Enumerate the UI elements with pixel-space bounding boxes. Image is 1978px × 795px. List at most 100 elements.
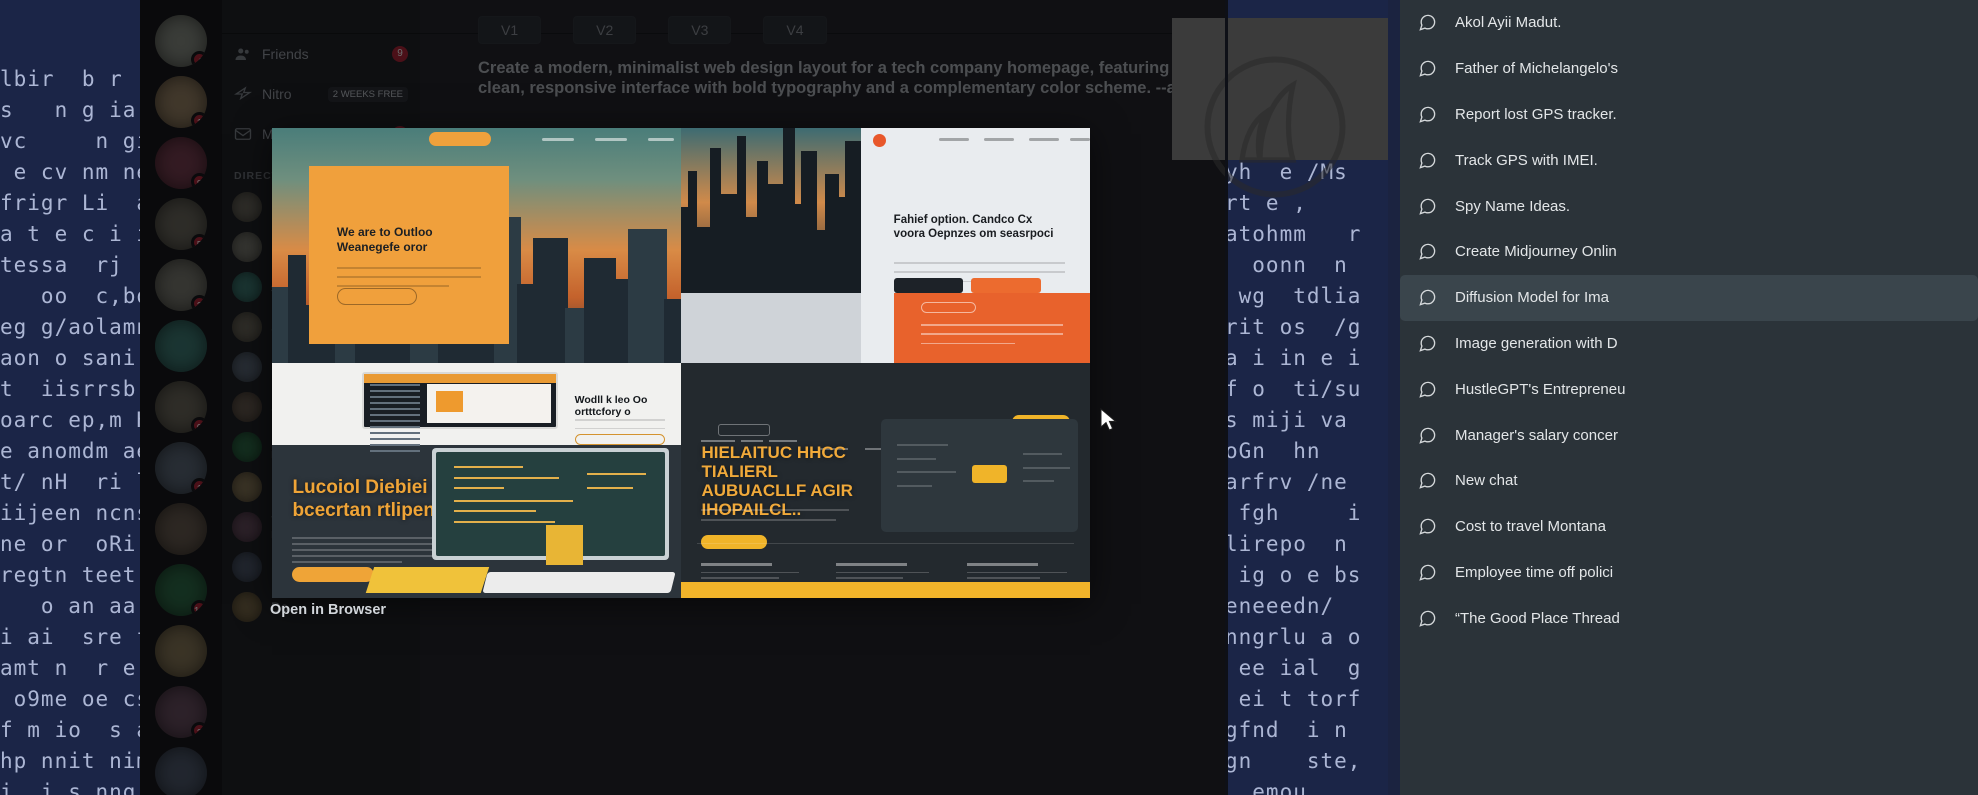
white-section-cta[interactable] xyxy=(574,433,665,445)
discord-nav-friends[interactable]: Friends 9 xyxy=(222,34,420,74)
terminal-line: emou xyxy=(1225,780,1307,795)
discord-server-icon[interactable]: 1 xyxy=(155,442,207,494)
avatar xyxy=(232,232,262,262)
discord-server-rail[interactable]: 41852911223 xyxy=(140,0,222,795)
tech-illustration-panel xyxy=(881,419,1078,533)
chat-history-item[interactable]: Create Midjourney Onlin xyxy=(1400,229,1978,275)
chat-bubble-icon xyxy=(1419,610,1436,627)
terminal-line: gfnd i n xyxy=(1225,718,1348,742)
open-in-browser-link[interactable]: Open in Browser xyxy=(270,602,386,618)
card-line xyxy=(336,276,482,279)
discord-nav-nitro[interactable]: Nitro 2 WEEKS FREE xyxy=(222,74,420,114)
band-line xyxy=(921,342,1016,345)
chat-bubble-icon xyxy=(1419,427,1436,444)
monitor-orange-block xyxy=(436,390,464,413)
chat-history-item-label: Akol Ayii Madut. xyxy=(1455,14,1562,32)
grid-cell-light-landing-page[interactable]: Fahief option. Candco Cx voora Oepnzes o… xyxy=(681,128,1090,363)
chat-history-item-label: Diffusion Model for Ima xyxy=(1455,289,1609,307)
building xyxy=(719,193,739,293)
midjourney-image-grid[interactable]: We are to Outloo Weanegefe oror Fahief o… xyxy=(272,128,1090,598)
avatar xyxy=(232,392,262,422)
card-line xyxy=(336,285,450,288)
discord-server-icon[interactable]: 12 xyxy=(155,564,207,616)
terminal-line: gn ste, xyxy=(1225,749,1362,773)
discord-server-icon[interactable]: 1 xyxy=(155,76,207,128)
terminal-line: a i in e i xyxy=(1225,346,1362,370)
server-unread-badge: 5 xyxy=(191,234,207,250)
discord-server-icon[interactable] xyxy=(155,625,207,677)
chat-history-item[interactable]: Akol Ayii Madut. xyxy=(1400,0,1978,46)
chat-history-item[interactable]: Diffusion Model for Ima xyxy=(1400,274,1978,321)
landing-heading: Fahief option. Candco Cx voora Oepnzes o… xyxy=(893,213,1054,240)
terminal-line: oonn n xyxy=(1225,253,1348,277)
brand-logo-icon xyxy=(872,134,886,147)
avatar xyxy=(232,552,262,582)
keyboard-mockup xyxy=(482,572,676,594)
discord-server-icon[interactable]: 4 xyxy=(155,15,207,67)
dashboard-cta-button[interactable] xyxy=(292,566,375,582)
discord-server-icon[interactable]: 5 xyxy=(155,198,207,250)
chat-history-item[interactable]: Employee time off polici xyxy=(1400,550,1978,596)
white-section-heading: Wodll k leo Oo ortttcfory o xyxy=(574,393,648,418)
secondary-button[interactable] xyxy=(893,277,964,293)
mouse-cursor xyxy=(1100,408,1117,431)
variation-buttons-row[interactable]: V1 V2 V3 V4 xyxy=(478,16,1218,44)
body-line xyxy=(893,261,1066,264)
hero-card-heading: We are to Outloo Weanegefe oror xyxy=(336,224,433,254)
nav-dash xyxy=(648,138,675,141)
hero-cta-button[interactable] xyxy=(701,534,767,549)
terminal-line: ei t torf xyxy=(1225,687,1362,711)
nitro-free-pill: 2 WEEKS FREE xyxy=(327,86,408,102)
chat-bubble-icon xyxy=(1419,289,1436,306)
grid-cell-dark-tech-landing[interactable]: HIELAITUC HHCC TIALIERL AUBUACLLF AGIR I… xyxy=(681,363,1090,598)
friends-icon xyxy=(234,45,252,63)
chat-history-item[interactable]: Cost to travel Montana xyxy=(1400,504,1978,550)
cpu-chip-graphic xyxy=(971,464,1008,483)
primary-button[interactable] xyxy=(971,277,1041,293)
cityscape-photo-panel xyxy=(681,128,905,293)
grid-cell-city-sunset-hero[interactable]: We are to Outloo Weanegefe oror xyxy=(272,128,681,363)
avatar xyxy=(232,472,262,502)
chat-history-item-label: New chat xyxy=(1455,472,1518,490)
discord-nav-nitro-label: Nitro xyxy=(262,86,292,102)
chat-history-item[interactable]: Manager's salary concer xyxy=(1400,412,1978,458)
building xyxy=(532,237,569,363)
chat-history-item[interactable]: “The Good Place Thread xyxy=(1400,595,1978,641)
discord-server-icon[interactable]: 9 xyxy=(155,381,207,433)
variation-button-v3[interactable]: V3 xyxy=(668,16,732,44)
variation-button-v1[interactable]: V1 xyxy=(478,16,542,44)
chat-bubble-icon xyxy=(1419,518,1436,535)
chat-history-item[interactable]: Report lost GPS tracker. xyxy=(1400,92,1978,138)
chat-history-item[interactable]: New chat xyxy=(1400,458,1978,504)
body-line xyxy=(574,419,665,421)
discord-server-icon[interactable]: 2 xyxy=(155,686,207,738)
card-line xyxy=(336,267,482,270)
discord-server-icon[interactable]: 2 xyxy=(155,259,207,311)
discord-server-icon[interactable] xyxy=(155,503,207,555)
chat-history-item[interactable]: HustleGPT's Entrepreneu xyxy=(1400,366,1978,412)
discord-server-icon[interactable] xyxy=(155,747,207,795)
hero-card-cta[interactable] xyxy=(336,287,417,305)
chat-history-item[interactable]: Father of Michelangelo's xyxy=(1400,46,1978,92)
chat-history-item[interactable]: Track GPS with IMEI. xyxy=(1400,137,1978,183)
variation-button-v4[interactable]: V4 xyxy=(763,16,827,44)
chat-history-item-label: Manager's salary concer xyxy=(1455,426,1618,444)
grid-cell-dark-dashboard[interactable]: Wodll k leo Oo ortttcfory o Lucoiol Dieb… xyxy=(272,363,681,598)
avatar xyxy=(232,192,262,222)
discord-nav-friends-label: Friends xyxy=(262,46,309,62)
chat-history-item[interactable]: Image generation with D xyxy=(1400,321,1978,367)
chat-history-sidebar[interactable]: Akol Ayii Madut. Father of Michelangelo's… xyxy=(1400,0,1978,795)
monitor-left-column xyxy=(369,383,420,452)
discord-server-icon[interactable] xyxy=(155,320,207,372)
terminal-line: arfrv /ne xyxy=(1225,470,1348,494)
nav-dash xyxy=(1069,138,1090,141)
chat-history-item-label: Spy Name Ideas. xyxy=(1455,197,1571,215)
nitro-icon xyxy=(234,85,252,103)
variation-button-v2[interactable]: V2 xyxy=(573,16,637,44)
chat-history-item[interactable]: Spy Name Ideas. xyxy=(1400,183,1978,229)
building xyxy=(627,228,668,363)
discord-server-icon[interactable]: 8 xyxy=(155,137,207,189)
floating-cube xyxy=(546,525,583,566)
chat-history-item-label: “The Good Place Thread xyxy=(1455,609,1620,627)
chat-bubble-icon xyxy=(1419,473,1436,490)
